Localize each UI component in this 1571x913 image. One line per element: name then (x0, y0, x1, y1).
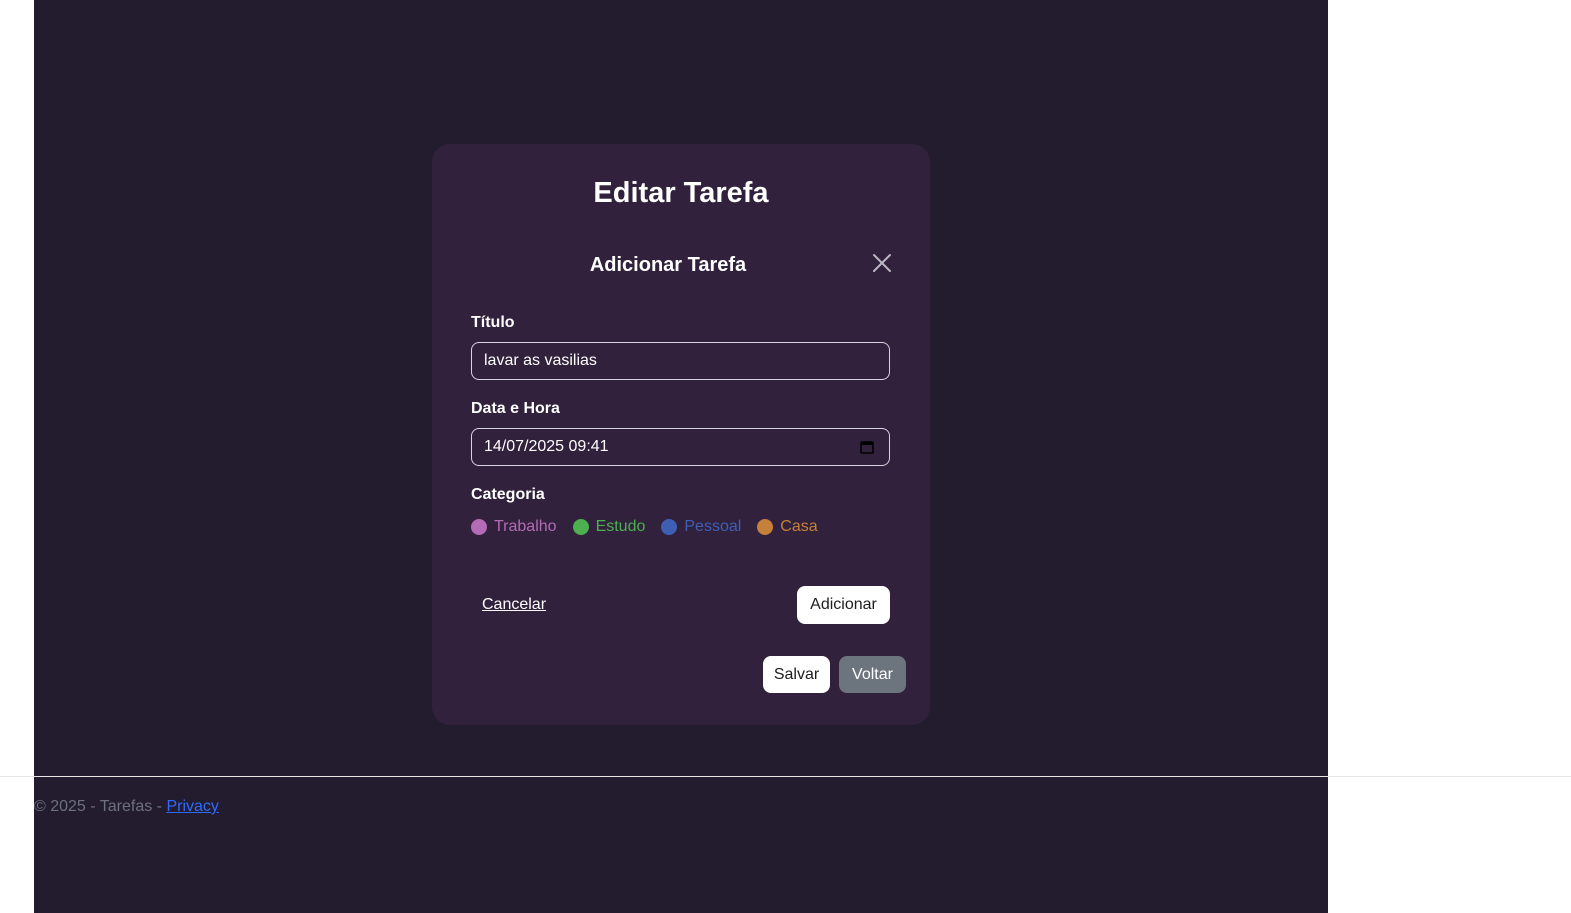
back-button[interactable]: Voltar (839, 656, 906, 693)
page-title: Editar Tarefa (593, 177, 769, 209)
category-label: Categoria (471, 486, 545, 503)
category-option-casa[interactable]: Casa (757, 518, 818, 536)
footer: © 2025 - Tarefas - Privacy (34, 798, 219, 816)
add-button[interactable]: Adicionar (797, 586, 890, 624)
category-option-estudo[interactable]: Estudo (572, 518, 646, 536)
cancel-button[interactable]: Cancelar (471, 587, 557, 623)
category-label-casa: Casa (780, 518, 818, 535)
category-dot-icon (471, 519, 487, 535)
footer-divider (0, 776, 1571, 777)
modal-title: Adicionar Tarefa (589, 254, 747, 276)
category-dot-icon (572, 519, 589, 535)
privacy-link[interactable]: Privacy (166, 798, 218, 815)
footer-text: © 2025 - Tarefas - (34, 798, 167, 815)
category-dot-icon (757, 519, 774, 535)
calendar-icon[interactable] (859, 439, 875, 455)
category-label-pessoal: Pessoal (684, 518, 742, 535)
category-label-trabalho: Trabalho (494, 518, 557, 535)
category-option-pessoal[interactable]: Pessoal (661, 518, 741, 536)
datetime-input[interactable]: 14/07/2025 09:41 (471, 428, 890, 466)
category-option-trabalho[interactable]: Trabalho (471, 518, 557, 536)
title-label: Título (471, 314, 515, 331)
category-options: Trabalho Estudo Pessoal Casa (471, 516, 818, 538)
title-input[interactable]: lavar as vasilias (471, 342, 890, 380)
close-icon[interactable] (870, 251, 894, 275)
datetime-label: Data e Hora (471, 400, 560, 417)
category-dot-icon (661, 519, 678, 535)
category-label-estudo: Estudo (595, 518, 646, 535)
page: Editar Tarefa Adicionar Tarefa Título la… (0, 0, 1571, 913)
save-button[interactable]: Salvar (763, 656, 830, 693)
